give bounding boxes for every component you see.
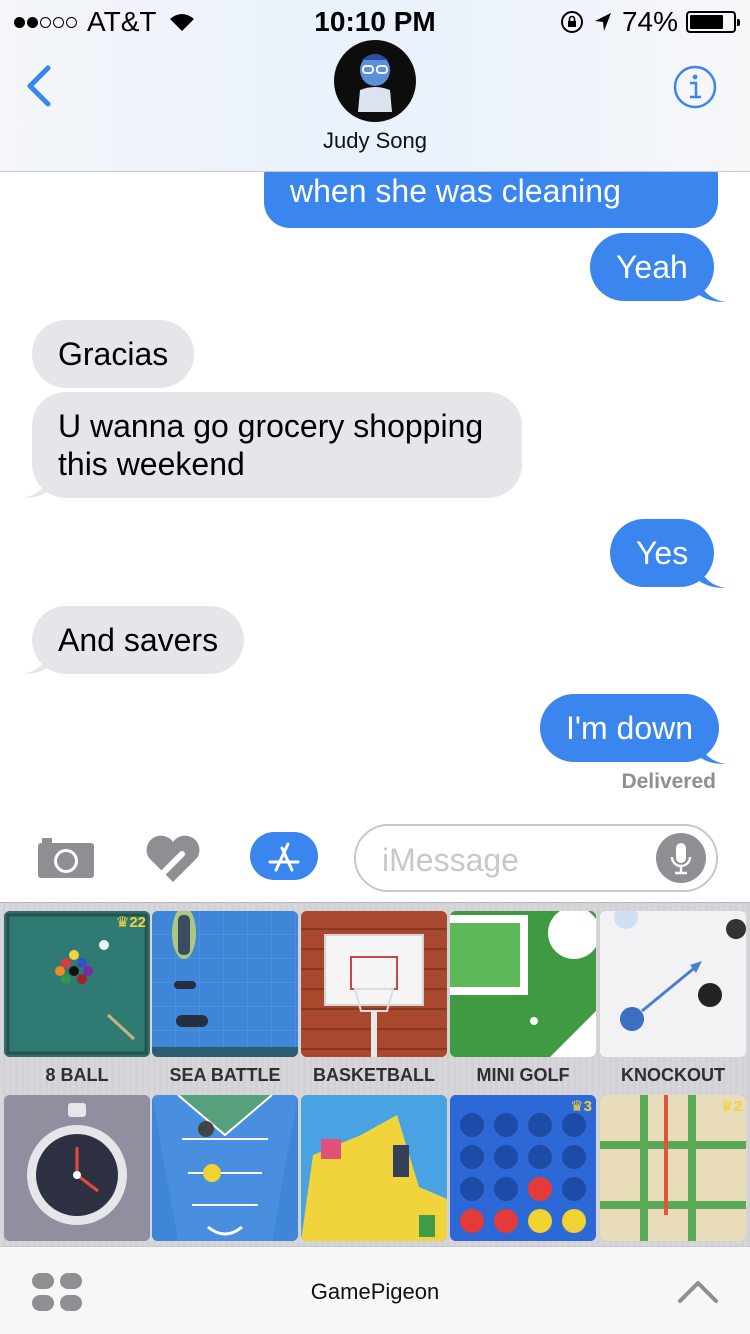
bubble-tail [698, 740, 726, 764]
mini-golf-art [450, 911, 596, 1057]
knockout-art [600, 911, 746, 1057]
sea-battle-art [152, 911, 298, 1057]
app-bottom-bar: GamePigeon [0, 1246, 750, 1334]
message-bubble-incoming[interactable]: And savers [32, 606, 245, 674]
game-tile-four-in-a-row[interactable]: ♛3 [450, 1095, 596, 1241]
chevron-up-icon[interactable] [676, 1277, 720, 1305]
battery-fill [690, 15, 723, 29]
app-store-icon [268, 842, 300, 872]
microphone-icon [670, 843, 692, 875]
message-bubble-outgoing[interactable]: Yeah [590, 233, 714, 301]
camera-icon[interactable] [36, 834, 96, 880]
game-tile-word-game[interactable]: ♛2 [600, 1095, 746, 1241]
battery-percent: 74% [621, 6, 678, 37]
word-game-art [600, 1095, 746, 1241]
game-tile-sea-battle[interactable] [152, 911, 298, 1057]
compose-bar: iMessage [0, 812, 750, 902]
stopwatch-art [4, 1095, 150, 1241]
app-store-button[interactable] [250, 832, 318, 880]
chevron-left-icon[interactable] [20, 64, 60, 108]
game-tile-mini-golf[interactable] [450, 911, 596, 1057]
digital-touch-icon[interactable] [144, 834, 202, 884]
message-text: Gracias [58, 336, 169, 372]
game-tile-stopwatch[interactable] [4, 1095, 150, 1241]
game-tile-knockout[interactable] [600, 911, 746, 1057]
paint-hit-art [301, 1095, 447, 1241]
info-icon[interactable] [672, 64, 718, 110]
message-text: Yes [636, 535, 689, 571]
app-title: GamePigeon [310, 1279, 440, 1304]
message-bubble-incoming[interactable]: Gracias [32, 320, 195, 388]
eight-ball-art [4, 911, 150, 1057]
message-bubble-outgoing[interactable]: I'm down [540, 694, 720, 762]
bubble-tail [22, 650, 50, 674]
delivered-status: Delivered [621, 770, 716, 793]
bubble-tail [698, 564, 726, 588]
bubble-tail [22, 474, 50, 498]
score-badge: ♛3 [570, 1098, 592, 1115]
bubble-tail [698, 278, 726, 302]
game-tile-8-ball[interactable]: ♛22 [4, 911, 150, 1057]
location-arrow-icon [594, 13, 611, 31]
message-placeholder: iMessage [382, 842, 519, 878]
battery-icon [686, 11, 740, 33]
message-text: U wanna go grocery shopping this weekend [58, 408, 484, 482]
avatar[interactable] [334, 40, 416, 122]
game-tile-basketball[interactable] [301, 911, 447, 1057]
score-badge: ♛22 [115, 914, 146, 931]
message-text: I'm down [566, 710, 694, 746]
shuffleboard-art [152, 1095, 298, 1241]
game-tile-paint-hit[interactable] [301, 1095, 447, 1241]
microphone-button[interactable] [656, 833, 706, 883]
game-label: MINI GOLF [476, 1065, 570, 1085]
message-bubble-incoming[interactable]: U wanna go grocery shopping this weekend [32, 392, 522, 498]
rotation-lock-icon [560, 11, 583, 33]
game-drawer: ♛22 8 BALL SEA BATTLE BASKETBALL MINI GO… [0, 902, 750, 1246]
message-input[interactable]: iMessage [354, 824, 718, 892]
basketball-art [301, 911, 447, 1057]
game-label: BASKETBALL [313, 1065, 435, 1085]
message-text: when she was cleaning [290, 173, 621, 209]
message-text: Yeah [616, 249, 688, 285]
game-label: SEA BATTLE [169, 1065, 281, 1085]
game-label: 8 BALL [45, 1065, 109, 1085]
score-badge: ♛2 [720, 1098, 742, 1115]
message-text: And savers [58, 622, 219, 658]
avatar-image [358, 54, 392, 112]
status-right: 74% [560, 6, 740, 38]
contact-name[interactable]: Judy Song [0, 128, 750, 154]
game-label: KNOCKOUT [621, 1065, 725, 1085]
status-bar: AT&T 10:10 PM 74% [0, 0, 750, 40]
four-in-a-row-art [450, 1095, 596, 1241]
game-tile-shuffleboard[interactable] [152, 1095, 298, 1241]
